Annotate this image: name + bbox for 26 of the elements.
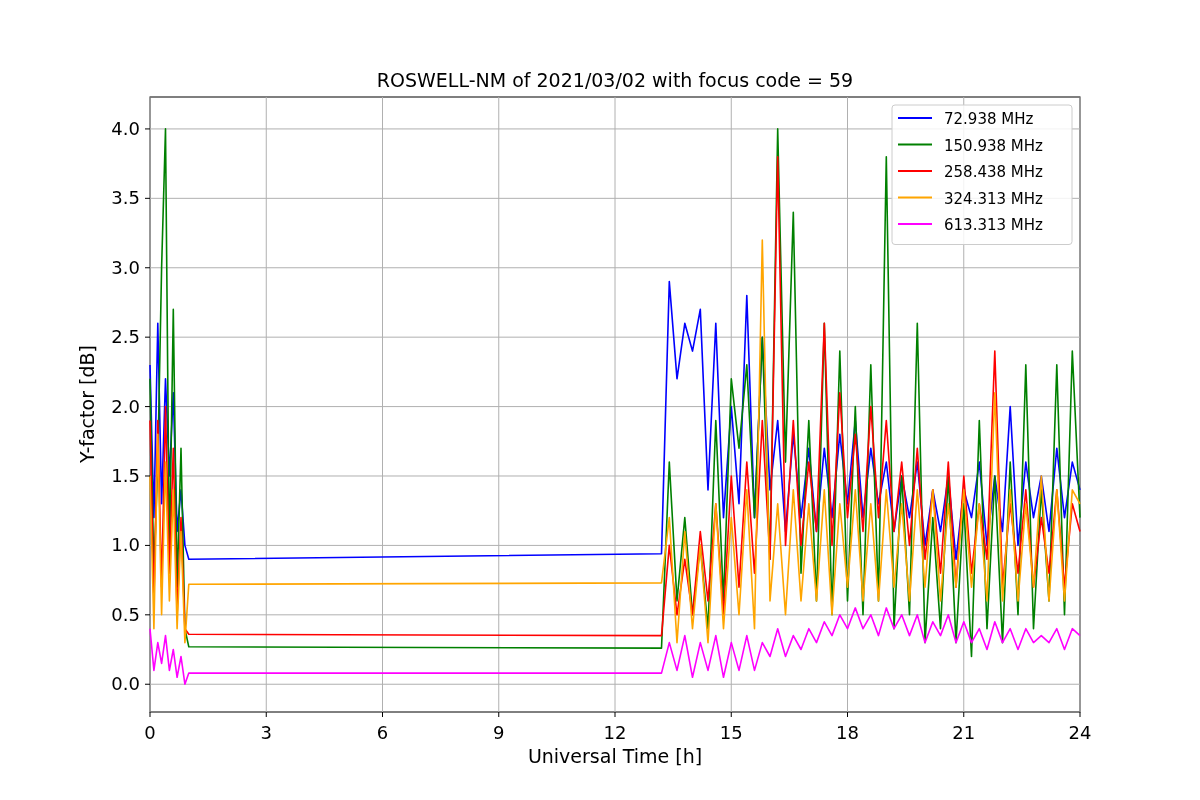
tick-label: 0.0: [111, 673, 140, 695]
legend-label: 258.438 MHz: [944, 163, 1043, 181]
tick-label: 24: [1068, 722, 1092, 743]
tick-label: 12: [603, 722, 627, 743]
tick-label: 2.5: [111, 326, 140, 348]
tick-label: 18: [836, 722, 859, 743]
chart-title: ROSWELL-NM of 2021/03/02 with focus code = 59: [376, 69, 854, 91]
tick-label: 1.0: [111, 534, 140, 556]
tick-label: 6: [376, 722, 389, 743]
tick-label: 21: [952, 722, 976, 743]
tick-label: 3.5: [111, 187, 140, 209]
tick-label: 15: [719, 722, 743, 743]
legend-label: 150.938 MHz: [944, 136, 1043, 155]
tick-label: 3.0: [111, 256, 140, 278]
legend-label: 613.313 MHz: [944, 216, 1043, 234]
tick-label: 2.0: [111, 395, 140, 417]
x-axis-label: Universal Time [h]: [527, 745, 703, 767]
tick-label: 0: [144, 722, 156, 743]
tick-label: 0.5: [111, 603, 140, 625]
tick-label: 1.5: [111, 465, 140, 486]
tick-label: 4.0: [111, 117, 140, 139]
y-axis-label: Y-factor [dB]: [76, 345, 98, 463]
tick-label: 9: [493, 722, 505, 743]
legend-label: 324.313 MHz: [944, 189, 1043, 208]
tick-label: 3: [260, 722, 272, 743]
legend-label: 72.938 MHz: [944, 110, 1034, 128]
